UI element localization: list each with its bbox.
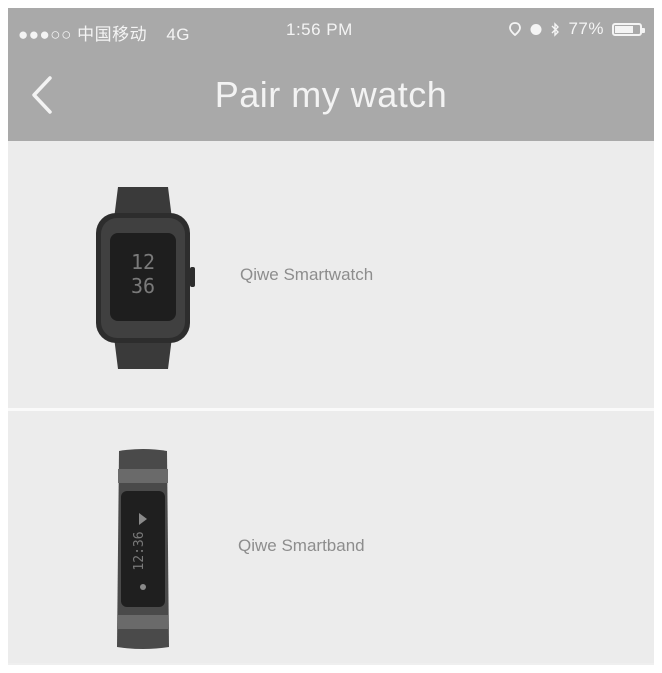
nav-bar: Pair my watch <box>8 48 654 141</box>
network-type: 4G <box>166 25 190 44</box>
battery-percent: 77% <box>568 19 604 38</box>
carrier-name: ●●●○○ 中国移动 <box>18 25 148 44</box>
bluetooth-icon <box>551 21 560 37</box>
battery-icon <box>612 22 645 36</box>
svg-text:36: 36 <box>131 274 155 298</box>
location-icon <box>509 22 522 36</box>
battery-level <box>615 25 633 33</box>
svg-text:12:36: 12:36 <box>132 531 147 570</box>
carrier-info: ●●●○○ 中国移动 4G <box>18 20 190 45</box>
app-screen: ●●●○○ 中国移动 4G 1:56 PM 77% Pair my watch … <box>8 8 654 665</box>
status-indicators: 77% <box>509 19 645 39</box>
page-title: Pair my watch <box>214 74 448 115</box>
status-bar: ●●●○○ 中国移动 4G 1:56 PM 77% <box>8 8 654 48</box>
device-label: Qiwe Smartwatch <box>240 265 374 284</box>
smartwatch-image: 12 36 <box>96 187 195 369</box>
status-time: 1:56 PM <box>286 20 353 39</box>
alarm-icon <box>530 24 542 35</box>
device-option-smartband[interactable]: 12:36 Qiwe Smartband <box>8 411 654 663</box>
smartband-image: 12:36 <box>117 449 169 649</box>
header: ●●●○○ 中国移动 4G 1:56 PM 77% Pair my watch <box>8 8 654 141</box>
device-option-smartwatch[interactable]: 12 36 Qiwe Smartwatch <box>8 141 654 411</box>
device-label: Qiwe Smartband <box>238 536 365 555</box>
svg-text:12: 12 <box>131 250 155 274</box>
device-list: 12 36 Qiwe Smartwatch 12:36 Qiwe Smartba… <box>8 141 654 663</box>
